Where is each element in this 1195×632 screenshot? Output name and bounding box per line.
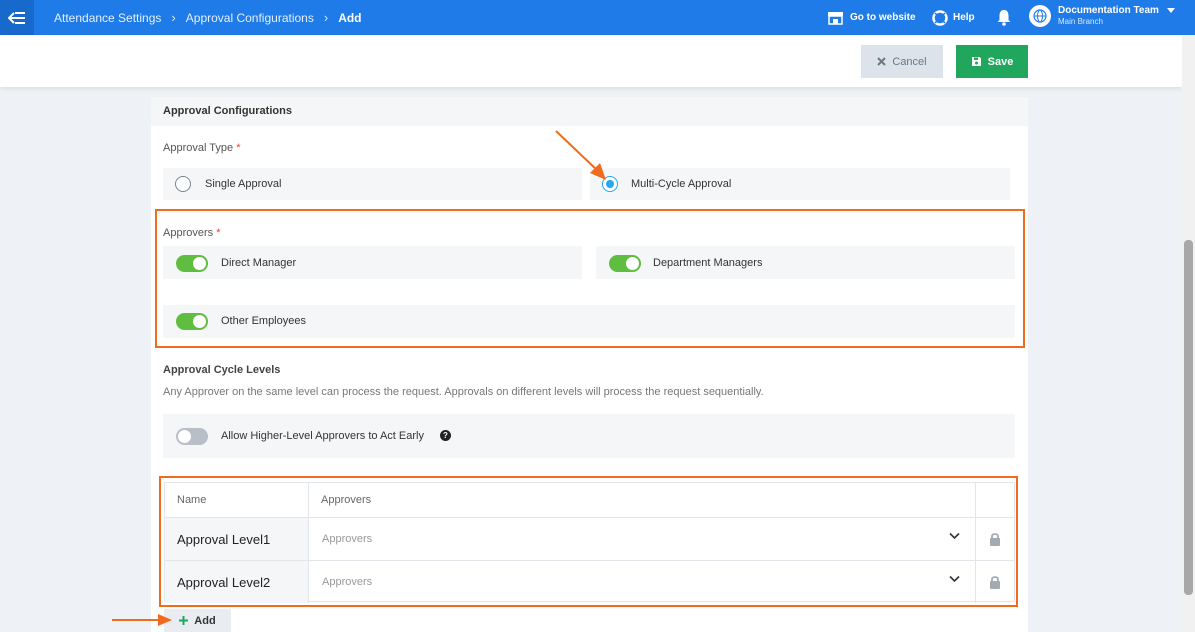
card-header: Approval Configurations bbox=[151, 97, 1028, 126]
single-approval-option[interactable]: Single Approval bbox=[163, 168, 582, 200]
back-menu-button[interactable] bbox=[0, 0, 34, 35]
floppy-disk-icon bbox=[971, 57, 981, 66]
notifications-button[interactable] bbox=[996, 0, 1012, 35]
top-navigation-bar: Attendance Settings › Approval Configura… bbox=[0, 0, 1195, 35]
approval-type-label-text: Approval Type bbox=[163, 142, 234, 154]
approval-cycle-levels-description: Any Approver on the same level can proce… bbox=[163, 386, 764, 398]
allow-early-action-toggle[interactable] bbox=[176, 428, 208, 445]
store-icon bbox=[828, 11, 843, 25]
action-bar: Cancel Save bbox=[0, 35, 1182, 87]
approval-type-label: Approval Type * bbox=[163, 142, 240, 154]
highlight-box-levels-table bbox=[159, 476, 1018, 607]
question-mark-icon[interactable]: ? bbox=[440, 430, 451, 441]
save-label: Save bbox=[987, 55, 1014, 68]
team-avatar bbox=[1029, 5, 1051, 27]
menu-back-icon bbox=[8, 11, 25, 24]
caret-down-icon bbox=[1166, 8, 1175, 13]
bell-icon bbox=[997, 10, 1011, 26]
breadcrumb-separator: › bbox=[171, 10, 176, 25]
cancel-button[interactable]: Cancel bbox=[861, 45, 943, 78]
globe-icon bbox=[1033, 9, 1047, 23]
annotation-arrow-icon bbox=[112, 614, 172, 626]
plus-icon bbox=[179, 616, 189, 625]
highlight-box-approvers bbox=[155, 209, 1025, 348]
team-branch: Main Branch bbox=[1058, 17, 1103, 26]
add-level-button[interactable]: Add bbox=[164, 609, 231, 632]
cancel-label: Cancel bbox=[892, 55, 927, 68]
breadcrumb-attendance-settings[interactable]: Attendance Settings bbox=[54, 11, 161, 25]
go-to-website-label: Go to website bbox=[850, 12, 916, 23]
breadcrumb-current: Add bbox=[338, 10, 362, 25]
multi-cycle-approval-label: Multi-Cycle Approval bbox=[631, 178, 732, 190]
breadcrumb-approval-configurations[interactable]: Approval Configurations bbox=[186, 11, 314, 25]
card-title: Approval Configurations bbox=[163, 105, 292, 117]
annotation-arrow-icon bbox=[555, 130, 606, 180]
single-approval-label: Single Approval bbox=[205, 178, 282, 190]
breadcrumb: Attendance Settings › Approval Configura… bbox=[54, 0, 362, 35]
scrollbar-thumb[interactable] bbox=[1184, 240, 1193, 595]
help-label: Help bbox=[953, 12, 975, 23]
allow-early-action-option: Allow Higher-Level Approvers to Act Earl… bbox=[163, 414, 1015, 458]
close-icon bbox=[877, 57, 887, 66]
required-mark: * bbox=[236, 142, 241, 154]
single-approval-radio[interactable] bbox=[175, 176, 191, 192]
approval-cycle-levels-title: Approval Cycle Levels bbox=[163, 364, 281, 376]
team-switcher[interactable]: Documentation Team Main Branch bbox=[1029, 5, 1175, 27]
team-name: Documentation Team bbox=[1058, 5, 1159, 16]
lifebuoy-icon bbox=[932, 9, 948, 26]
save-button[interactable]: Save bbox=[956, 45, 1028, 78]
allow-early-action-label: Allow Higher-Level Approvers to Act Earl… bbox=[221, 430, 424, 442]
go-to-website-link[interactable]: Go to website bbox=[827, 0, 916, 35]
help-link[interactable]: Help bbox=[932, 0, 975, 35]
breadcrumb-separator: › bbox=[323, 10, 329, 25]
add-label: Add bbox=[194, 614, 216, 627]
multi-cycle-approval-option[interactable]: Multi-Cycle Approval bbox=[590, 168, 1010, 200]
